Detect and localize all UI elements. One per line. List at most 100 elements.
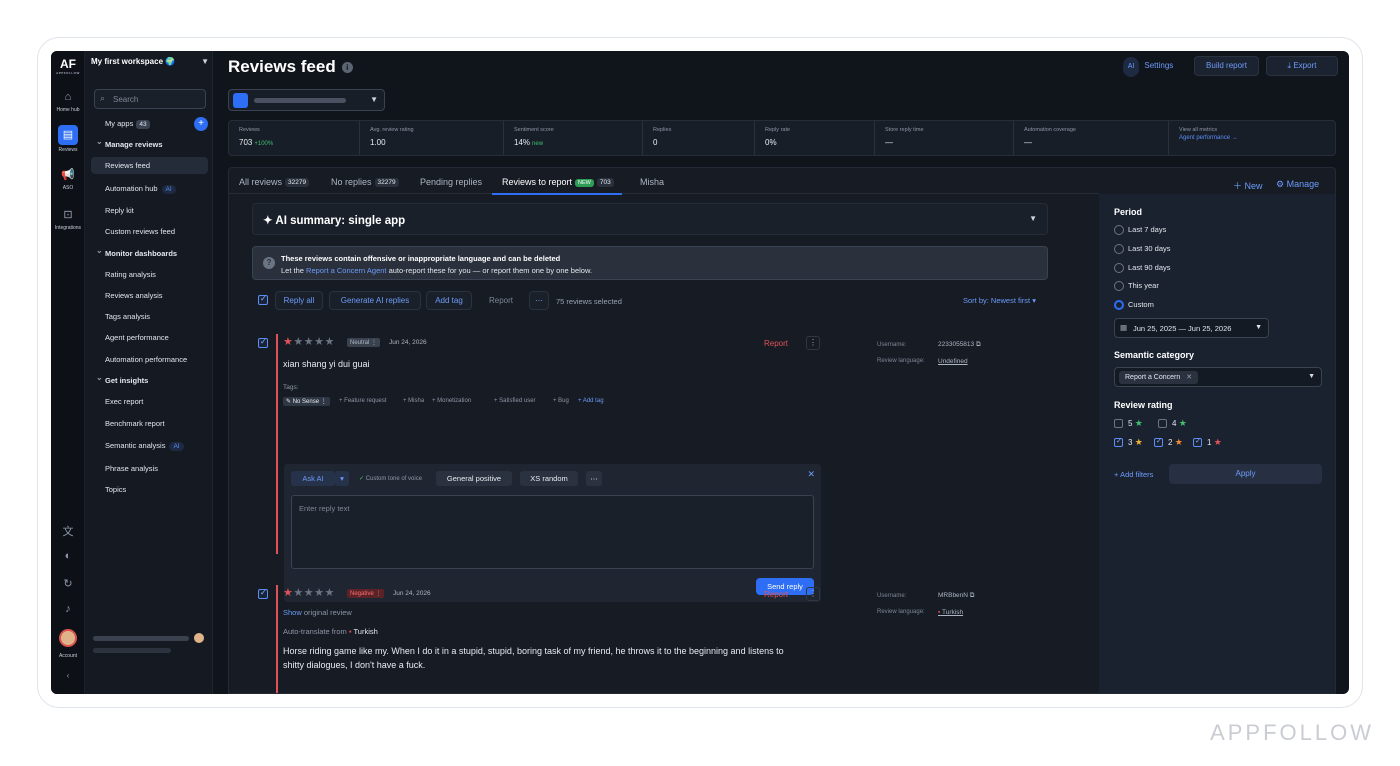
rail-aso[interactable]: 📢 ASO [51,167,85,191]
report-concern-agent-link[interactable]: Report a Concern Agent [306,266,386,275]
chevron-down-icon: ▼ [1308,373,1315,380]
sidebar-item-reviews-feed[interactable]: Reviews feed [91,157,208,174]
date-range-picker[interactable]: ▦ Jun 25, 2025 — Jun 25, 2026 ▼ [1114,318,1269,338]
review-language-value[interactable]: Undefined [938,358,968,365]
sidebar-item-reviews-analysis[interactable]: Reviews analysis [105,291,163,300]
ask-ai-button[interactable]: Ask AI [291,471,335,486]
ai-settings-button[interactable]: AI Settings [1117,56,1179,77]
sidebar-item-reply-kit[interactable]: Reply kit [105,206,134,215]
copy-icon[interactable]: ⧉ [976,341,981,348]
more-templates-button[interactable]: ⋯ [586,471,602,486]
period-last-7-days[interactable]: Last 7 days [1114,225,1166,235]
rating-2-checkbox[interactable]: 2 ★ [1154,437,1183,448]
review-menu-button[interactable]: ⋮ [806,587,820,601]
tab-reviews-to-report[interactable]: Reviews to report NEW 703 [492,177,622,195]
tab-misha[interactable]: Misha [640,177,664,187]
notifications-icon[interactable]: ♪ [51,603,85,615]
period-this-year[interactable]: This year [1114,281,1159,291]
translate-icon[interactable]: 文 [51,523,85,539]
avatar[interactable] [59,629,77,647]
sidebar-item-my-apps[interactable]: My apps 43 [105,119,150,129]
tab-no-replies[interactable]: No replies 32279 [331,177,399,187]
tab-all-reviews[interactable]: All reviews 32279 [239,177,310,187]
report-review-link[interactable]: Report [764,590,788,599]
export-button[interactable]: ⤓ Export [1266,56,1338,76]
info-icon[interactable]: i [341,62,353,73]
username-value[interactable]: MRBbenN ⧉ [938,592,974,600]
add-tag-link[interactable]: + Add tag [578,398,604,404]
custom-tone-toggle[interactable]: ✓ Custom tone of voice [359,475,422,482]
tag-satisfied-user[interactable]: + Satisfied user [494,398,536,404]
whats-new-icon[interactable]: ↻ [51,577,85,590]
sidebar-item-topics[interactable]: Topics [105,485,126,494]
report-review-link[interactable]: Report [764,339,788,348]
apply-filters-button[interactable]: Apply [1169,464,1322,484]
sidebar-item-benchmark-report[interactable]: Benchmark report [105,419,165,428]
remove-chip-icon[interactable]: ✕ [1186,374,1192,381]
username-value[interactable]: 2233055813 ⧉ [938,341,981,349]
rating-5-checkbox[interactable]: 5 ★ [1114,418,1143,429]
rating-4-checkbox[interactable]: 4 ★ [1158,418,1187,429]
copy-icon[interactable]: ⧉ [970,592,975,599]
close-icon[interactable]: ✕ [807,469,815,480]
sentiment-badge[interactable]: Neutral ⋮ [347,338,381,347]
template-general-positive[interactable]: General positive [436,471,512,486]
sidebar-group-get-insights[interactable]: Get insights [96,373,148,385]
add-filters-link[interactable]: + Add filters [1114,470,1153,479]
rail-integrations[interactable]: ⊡ Integrations [51,207,85,231]
select-all-checkbox[interactable] [258,294,268,305]
rail-home[interactable]: ⌂ Home hub [51,89,85,113]
period-custom[interactable]: Custom [1114,300,1154,310]
rating-1-checkbox[interactable]: 1 ★ [1193,437,1222,448]
tag-misha[interactable]: + Misha [403,398,424,404]
sidebar-item-agent-performance[interactable]: Agent performance [105,333,169,342]
add-app-button[interactable]: + [194,117,208,131]
sidebar-group-monitor-dashboards[interactable]: Monitor dashboards [96,246,177,258]
search-input[interactable]: ⌕ Search [94,89,206,109]
sidebar-item-tags-analysis[interactable]: Tags analysis [105,312,150,321]
rating-3-checkbox[interactable]: 3 ★ [1114,437,1143,448]
tab-pending-replies[interactable]: Pending replies [420,177,482,187]
integrations-icon: ⊡ [63,209,73,221]
new-tab-button[interactable]: ＋ New [1233,179,1263,192]
rail-reviews[interactable]: ▤ Reviews [51,125,85,153]
sentiment-badge[interactable]: Negative ⋮ [347,589,385,598]
report-button[interactable]: Report [479,291,523,310]
generate-ai-replies-button[interactable]: Generate AI replies [329,291,421,310]
show-original-link[interactable]: Show original review [283,608,352,617]
theme-icon[interactable]: ◐ [51,550,85,562]
sidebar-item-exec-report[interactable]: Exec report [105,397,143,406]
tag-no-sense[interactable]: ✎ No Sense ⋮ [283,397,330,406]
sidebar-group-manage-reviews[interactable]: Manage reviews [96,137,162,149]
build-report-button[interactable]: Build report [1194,56,1259,76]
semantic-category-select[interactable]: Report a Concern ✕ ▼ [1114,367,1322,387]
sidebar-item-phrase-analysis[interactable]: Phrase analysis [105,464,158,473]
metric-view-all[interactable]: View all metrics Agent performance → [1169,121,1335,155]
tag-bug[interactable]: + Bug [553,398,569,404]
review-menu-button[interactable]: ⋮ [806,336,820,350]
sidebar-item-rating-analysis[interactable]: Rating analysis [105,270,156,279]
sidebar-item-custom-reviews-feed[interactable]: Custom reviews feed [105,227,175,236]
reply-all-button[interactable]: Reply all [275,291,323,310]
manage-tabs-button[interactable]: ⚙ Manage [1276,179,1319,190]
period-last-90-days[interactable]: Last 90 days [1114,263,1171,273]
more-actions-button[interactable]: ⋯ [529,291,549,310]
sidebar-item-automation-hub[interactable]: Automation hub AI [105,184,176,194]
period-last-30-days[interactable]: Last 30 days [1114,244,1171,254]
sidebar-item-semantic-analysis[interactable]: Semantic analysis AI [105,441,184,451]
tag-feature-request[interactable]: + Feature request [339,398,387,404]
reply-textarea[interactable]: Enter reply text [291,495,814,569]
app-selector[interactable]: ▼ [228,89,385,111]
collapse-icon[interactable]: ‹ [51,671,85,680]
sidebar-item-automation-performance[interactable]: Automation performance [105,355,187,364]
workspace-switcher[interactable]: My first workspace 🌍 ▼ [91,57,209,66]
review-checkbox[interactable] [258,337,268,348]
review-language-value[interactable]: ▪ Turkish [938,609,963,616]
ask-ai-dropdown[interactable]: ▾ [335,471,349,486]
tag-monetization[interactable]: + Monetization [432,398,471,404]
template-xs-random[interactable]: XS random [520,471,578,486]
sort-dropdown[interactable]: Sort by: Newest first ▾ [963,296,1036,305]
review-checkbox[interactable] [258,588,268,599]
ai-summary[interactable]: ✦ AI summary: single app ▼ [252,203,1048,235]
add-tag-button[interactable]: Add tag [426,291,472,310]
